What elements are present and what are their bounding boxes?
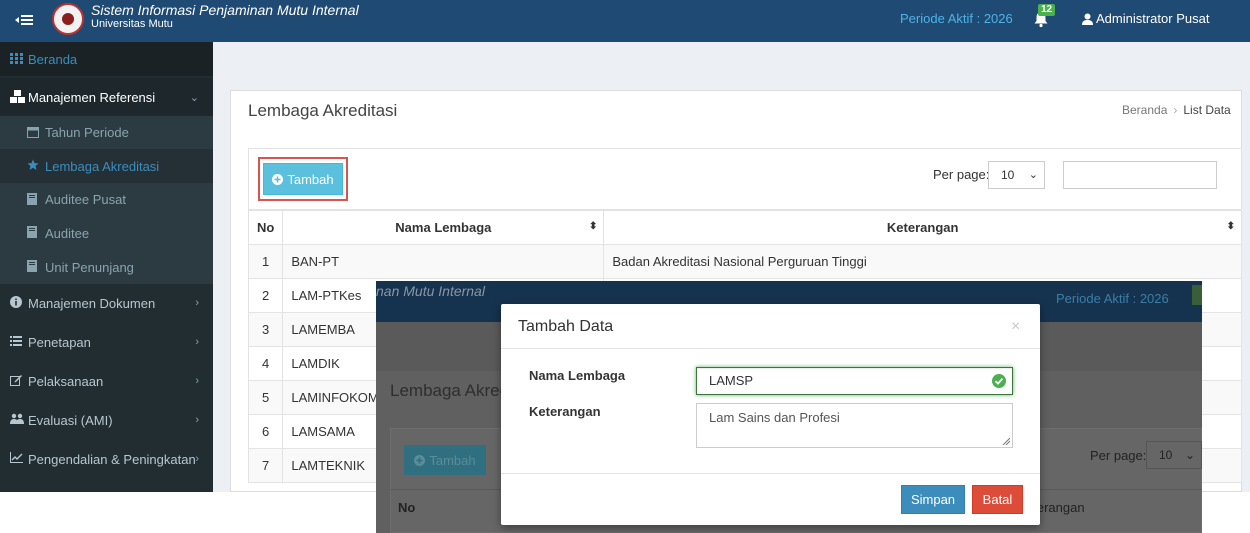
- breadcrumb: Beranda › List Data: [1122, 103, 1231, 117]
- breadcrumb-separator-icon: ›: [1173, 103, 1178, 117]
- sidebar-item-manajemen-referensi[interactable]: Manajemen Referensi ⌄: [0, 78, 213, 116]
- per-page-value: 10: [1001, 168, 1015, 182]
- sidebar-item-label: Unit Penunjang: [45, 259, 134, 275]
- edit-icon: [10, 374, 24, 388]
- university-logo: [52, 3, 84, 35]
- chevron-right-icon: ›: [195, 336, 199, 348]
- overlay-page-title: Lembaga Akred: [390, 381, 510, 400]
- per-page-label: Per page:: [933, 167, 990, 182]
- overlay-app-title: nan Mutu Internal: [376, 283, 485, 299]
- tambah-data-modal: Tambah Data × Nama Lembaga LAMSP Keteran…: [501, 304, 1040, 525]
- book-icon: [27, 260, 41, 274]
- sidebar-item-label: Evaluasi (AMI): [28, 412, 113, 428]
- book-icon: [27, 226, 41, 240]
- sidebar-item-label: Manajemen Referensi: [28, 89, 156, 105]
- overlay-bell-icon: [1192, 285, 1202, 305]
- user-icon: [1082, 13, 1093, 25]
- chevron-down-icon: ⌄: [189, 91, 199, 104]
- sidebar-item-penetapan[interactable]: Penetapan ›: [0, 323, 213, 361]
- sidebar-item-auditee[interactable]: Auditee: [0, 216, 213, 250]
- app-title: Sistem Informasi Penjaminan Mutu Interna…: [91, 2, 359, 18]
- search-input[interactable]: [1063, 161, 1217, 189]
- sidebar-item-evaluasi-ami[interactable]: Evaluasi (AMI) ›: [0, 401, 213, 439]
- modal-title: Tambah Data: [518, 318, 614, 335]
- save-button[interactable]: Simpan: [901, 485, 965, 514]
- chevron-right-icon: ›: [195, 297, 199, 309]
- page-title: Lembaga Akreditasi: [248, 101, 398, 120]
- top-navbar: Sistem Informasi Penjaminan Mutu Interna…: [0, 0, 1250, 42]
- close-icon[interactable]: ×: [1011, 318, 1020, 336]
- overlay-col-no: No: [398, 500, 416, 515]
- keterangan-textarea[interactable]: Lam Sains dan Profesi: [696, 403, 1013, 448]
- user-menu[interactable]: Administrator Pusat: [1082, 11, 1209, 26]
- sidebar-item-label: Beranda: [28, 51, 78, 67]
- app-subtitle: Universitas Mutu: [91, 18, 173, 30]
- overlay-active-period: Periode Aktif : 2026: [1056, 291, 1169, 306]
- sidebar-item-label: Lembaga Akreditasi: [45, 158, 160, 174]
- nama-lembaga-label: Nama Lembaga: [529, 368, 626, 383]
- overlay-add-button-label: Tambah: [429, 452, 476, 468]
- sidebar-item-lembaga-akreditasi[interactable]: Lembaga Akreditasi: [0, 149, 213, 183]
- per-page-select[interactable]: 10 ⌄: [988, 161, 1045, 189]
- sidebar-item-label: Auditee: [45, 225, 90, 241]
- column-header-keterangan[interactable]: Keterangan ⬍: [603, 210, 1242, 245]
- star-icon: [27, 159, 41, 173]
- add-button[interactable]: Tambah: [263, 163, 343, 195]
- chevron-down-icon: ⌄: [1184, 448, 1195, 462]
- list-icon: [10, 335, 24, 349]
- chevron-right-icon: ›: [195, 414, 199, 426]
- keterangan-label: Keterangan: [529, 404, 601, 419]
- sidebar-item-pelaksanaan[interactable]: Pelaksanaan ›: [0, 362, 213, 400]
- sort-icon: ⬍: [588, 221, 598, 232]
- book-icon: [27, 192, 41, 207]
- keterangan-value: Lam Sains dan Profesi: [709, 410, 840, 425]
- plus-circle-icon: [414, 454, 426, 466]
- breadcrumb-current: List Data: [1183, 103, 1231, 117]
- nama-lembaga-input[interactable]: LAMSP: [696, 367, 1013, 395]
- chevron-right-icon: ›: [195, 453, 199, 465]
- sidebar-item-label: Pelaksanaan: [28, 373, 104, 389]
- sidebar-item-label: Manajemen Dokumen: [28, 295, 156, 311]
- chart-icon: [10, 452, 24, 466]
- sidebar-item-unit-penunjang[interactable]: Unit Penunjang: [0, 250, 213, 284]
- check-circle-icon: [992, 374, 1006, 388]
- overlay-per-page-select: 10 ⌄: [1146, 441, 1202, 469]
- chevron-right-icon: ›: [195, 375, 199, 387]
- sidebar-item-beranda[interactable]: Beranda: [0, 42, 213, 76]
- chevron-down-icon: ⌄: [1028, 169, 1038, 181]
- sidebar-item-label: Penetapan: [28, 334, 91, 350]
- calendar-icon: [27, 126, 41, 140]
- overlay-per-page-label: Per page:: [1090, 448, 1147, 463]
- sort-icon: ⬍: [1226, 221, 1235, 232]
- nama-lembaga-value: LAMSP: [709, 373, 754, 388]
- sidebar: Beranda Manajemen Referensi ⌄ Tahun Peri…: [0, 42, 213, 492]
- sidebar-item-label: Tahun Periode: [45, 125, 129, 140]
- sidebar-item-manajemen-dokumen[interactable]: Manajemen Dokumen ›: [0, 284, 213, 322]
- sidebar-toggle-icon[interactable]: [14, 12, 34, 28]
- info-icon: [10, 296, 24, 310]
- users-icon: [10, 413, 24, 427]
- sidebar-item-tahun-periode[interactable]: Tahun Periode: [0, 116, 213, 149]
- breadcrumb-home-link[interactable]: Beranda: [1122, 103, 1167, 117]
- plus-circle-icon: [272, 173, 284, 185]
- grid-icon: [10, 52, 24, 66]
- column-header-no[interactable]: No: [247, 210, 284, 245]
- user-name: Administrator Pusat: [1096, 11, 1210, 26]
- overlay-add-button: Tambah: [404, 445, 486, 475]
- sidebar-item-label: Pengendalian & Peningkatan: [28, 451, 196, 467]
- cancel-button[interactable]: Batal: [972, 485, 1023, 514]
- sidebar-item-auditee-pusat[interactable]: Auditee Pusat: [0, 183, 213, 216]
- sidebar-item-label: Auditee Pusat: [45, 192, 126, 207]
- column-header-nama[interactable]: Nama Lembaga ⬍: [282, 210, 605, 245]
- table-row[interactable]: 1 BAN-PT Badan Akreditasi Nasional Perguru…: [247, 244, 1242, 279]
- add-button-label: Tambah: [287, 171, 334, 187]
- resize-handle-icon[interactable]: [1002, 437, 1010, 445]
- cubes-icon: [10, 90, 25, 104]
- active-period: Periode Aktif : 2026: [900, 11, 1013, 26]
- sidebar-item-pengendalian[interactable]: Pengendalian & Peningkatan ›: [0, 440, 213, 478]
- notification-badge: 12: [1038, 4, 1056, 16]
